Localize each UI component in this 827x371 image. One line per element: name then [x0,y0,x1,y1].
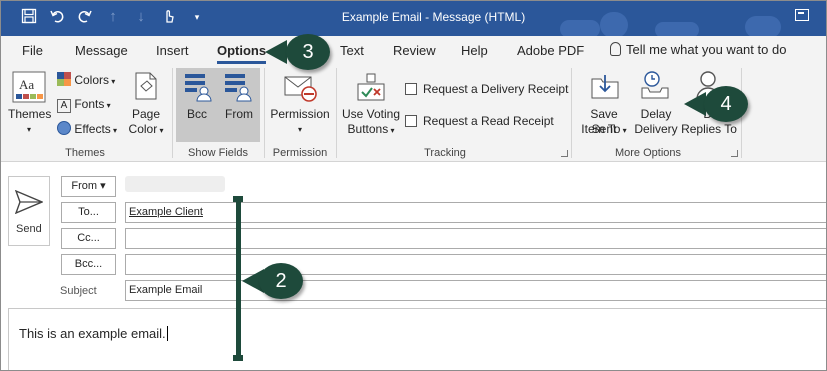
tab-file[interactable]: File [22,43,43,58]
delay-delivery-icon [641,71,669,99]
from-label: From [225,107,253,121]
annotation-pointer-3 [265,40,287,64]
permission-group-label: Permission [272,147,328,159]
send-label: Send [16,223,42,235]
sender-address [125,176,225,192]
themes-icon: Aa [12,71,46,103]
effects-button[interactable]: Effects ▾ [57,121,117,136]
more-options-dialog-launcher-icon[interactable] [731,150,738,157]
tell-me-search[interactable]: Tell me what you want to do [610,42,786,57]
tracking-group-label: Tracking [424,147,466,159]
tab-options[interactable]: Options [217,43,267,64]
tab-adobe-pdf[interactable]: Adobe PDF [517,43,584,58]
send-icon [15,190,43,214]
bcc-button[interactable]: Bcc... [61,254,116,275]
fonts-label: Fonts [74,97,105,111]
permission-label: Permission [270,107,330,121]
from-dropdown-button[interactable]: From ▾ [61,176,116,197]
recipient-example-client[interactable]: Example Client [129,206,203,218]
tab-review[interactable]: Review [393,43,436,58]
page-color-icon [135,72,157,100]
delivery-receipt-label: Request a Delivery Receipt [423,82,569,96]
save-sent-folder-icon [591,75,619,99]
save-sent-label-2: Item To ▾ [581,122,627,136]
themes-label: Themes [8,107,52,121]
tab-text[interactable]: Text [340,43,364,58]
tab-help[interactable]: Help [461,43,488,58]
voting-label-2: Buttons ▾ [347,122,395,136]
chevron-down-icon: ▾ [26,125,31,134]
bcc-field[interactable] [125,254,827,275]
direct-replies-label-2: Replies To [681,122,737,136]
subject-field[interactable]: Example Email [125,280,827,301]
to-button[interactable]: To... [61,202,116,223]
effects-icon [57,121,71,135]
ribbon-tabs: File Message Insert Options Text Review … [0,36,827,64]
permission-icon [284,76,317,102]
voting-buttons-icon [357,73,385,101]
annotation-callout-2: 2 [259,263,303,299]
window-title: Example Email - Message (HTML) [341,10,526,24]
bcc-label: Bcc [186,107,207,121]
ribbon-display-options-icon[interactable] [795,9,809,21]
message-body-text: This is an example email. [19,326,168,341]
tab-insert[interactable]: Insert [156,43,189,58]
annotation-callout-3: 3 [286,34,330,70]
send-button[interactable] [8,176,50,246]
bcc-icon [185,74,212,102]
colors-icon [57,72,71,86]
read-receipt-box[interactable] [405,115,417,127]
tracking-dialog-launcher-icon[interactable] [561,150,568,157]
page-color-label-1: Page [131,107,161,121]
read-receipt-label: Request a Read Receipt [423,114,554,128]
fonts-icon: A [57,99,71,113]
title-bar: ↑ ↓ ▾ Example Email - Message (HTML) [0,0,827,38]
effects-label: Effects [74,122,111,136]
annotation-line-cap-bottom [233,355,243,361]
annotation-callout-4: 4 [704,86,748,122]
delay-label-2: Delivery [634,122,678,136]
svg-text:Aa: Aa [19,77,34,92]
page-color-label-2: Color ▾ [128,122,164,136]
delivery-receipt-checkbox[interactable]: Request a Delivery Receipt [405,82,568,96]
themes-group-label: Themes [65,147,105,159]
tell-me-text: Tell me what you want to do [626,42,787,57]
read-receipt-checkbox[interactable]: Request a Read Receipt [405,114,554,128]
fonts-button[interactable]: A Fonts ▾ [57,97,111,113]
tab-message[interactable]: Message [75,43,128,58]
annotation-pointer-4 [684,92,706,116]
to-field[interactable]: Example Client [125,202,827,223]
from-icon [225,74,252,102]
voting-label-1: Use Voting [341,107,401,121]
colors-label: Colors [74,73,110,87]
show-fields-group-label: Show Fields [188,147,248,159]
delivery-receipt-box[interactable] [405,83,417,95]
more-options-group-label: More Options [614,147,682,159]
chevron-down-icon: ▾ [297,125,302,134]
annotation-vertical-line [236,199,241,360]
colors-button[interactable]: Colors ▾ [57,72,115,87]
subject-label: Subject [60,285,97,297]
lightbulb-icon [610,42,621,56]
cc-field[interactable] [125,228,827,249]
cc-button[interactable]: Cc... [61,228,116,249]
delay-label-1: Delay [640,107,672,121]
